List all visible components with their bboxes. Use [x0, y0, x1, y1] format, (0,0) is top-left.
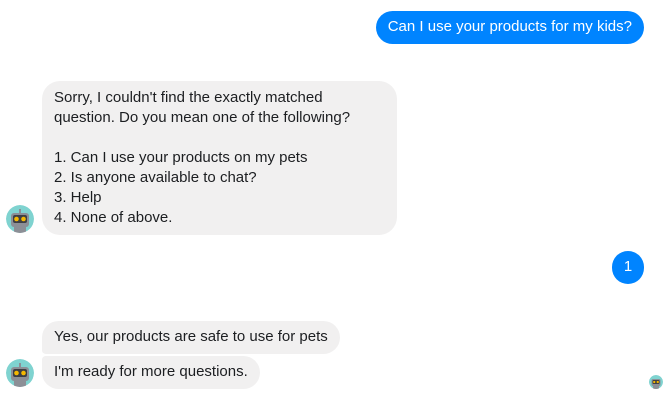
bot-message-line: question. Do you mean one of the followi… [54, 109, 351, 126]
user-message-text: 1 [623, 258, 633, 275]
bot-message-bubble: Sorry, I couldn't find the exactly match… [42, 81, 397, 235]
user-message-bubble: 1 [612, 251, 644, 284]
bot-message-blank-line [54, 128, 385, 148]
bot-message-text: Yes, our products are safe to use for pe… [54, 328, 328, 345]
bot-message-bubble: I'm ready for more questions. [42, 356, 260, 389]
bot-avatar-icon [6, 359, 34, 387]
bot-message-text: I'm ready for more questions. [54, 363, 248, 380]
option-2: 2. Is anyone available to chat? [54, 169, 257, 186]
bot-avatar-icon [6, 205, 34, 233]
read-receipt-icon [649, 375, 663, 389]
user-message-text: Can I use your products for my kids? [387, 18, 632, 35]
bot-message-bubble: Yes, our products are safe to use for pe… [42, 321, 340, 354]
option-3: 3. Help [54, 189, 102, 206]
user-message-bubble: Can I use your products for my kids? [375, 11, 644, 44]
bot-message-line: Sorry, I couldn't find the exactly match… [54, 89, 323, 106]
option-1: 1. Can I use your products on my pets [54, 149, 308, 166]
option-4: 4. None of above. [54, 209, 173, 226]
